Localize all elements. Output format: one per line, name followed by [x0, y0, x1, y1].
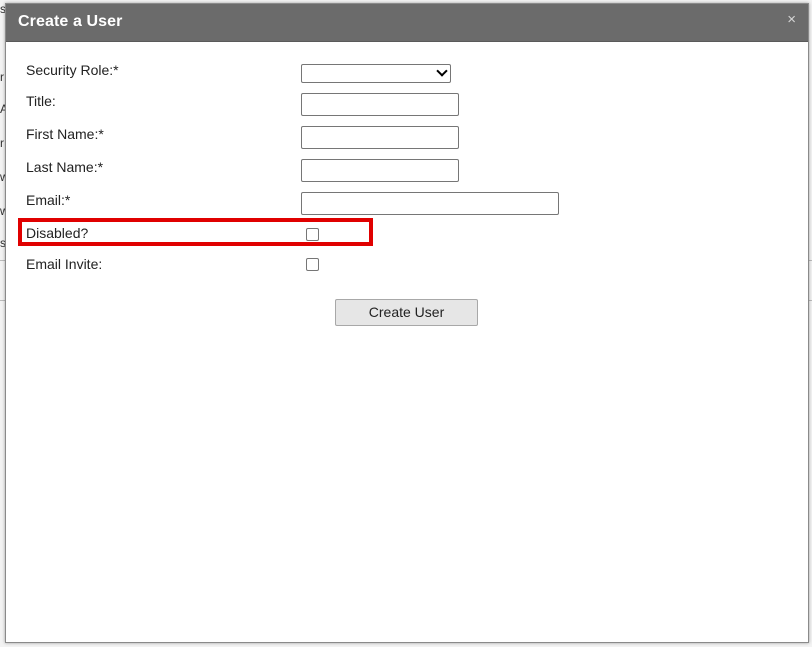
title-label: Title: — [26, 93, 56, 109]
email-invite-checkbox[interactable] — [306, 258, 319, 271]
disabled-checkbox[interactable] — [306, 228, 319, 241]
title-row: Title: — [26, 93, 786, 119]
disabled-row: Disabled? — [26, 225, 786, 251]
create-user-button[interactable]: Create User — [335, 299, 478, 326]
title-input[interactable] — [301, 93, 459, 116]
first-name-input[interactable] — [301, 126, 459, 149]
create-user-dialog: Create a User × Security Role:* Title: F… — [5, 3, 809, 643]
first-name-row: First Name:* — [26, 126, 786, 152]
disabled-label: Disabled? — [26, 225, 89, 241]
dialog-title: Create a User — [18, 13, 123, 30]
chevron-down-icon — [436, 65, 448, 77]
email-invite-row: Email Invite: — [26, 256, 786, 282]
first-name-label: First Name:* — [26, 126, 104, 142]
last-name-row: Last Name:* — [26, 159, 786, 185]
email-row: Email:* — [26, 192, 786, 218]
close-icon[interactable]: × — [787, 12, 796, 27]
security-role-label: Security Role:* — [26, 62, 119, 78]
email-invite-label: Email Invite: — [26, 256, 103, 272]
email-label: Email:* — [26, 192, 71, 208]
dialog-titlebar: Create a User × — [6, 4, 808, 42]
security-role-row: Security Role:* — [26, 62, 786, 88]
last-name-label: Last Name:* — [26, 159, 104, 175]
security-role-select[interactable] — [301, 64, 451, 83]
last-name-input[interactable] — [301, 159, 459, 182]
email-input[interactable] — [301, 192, 559, 215]
